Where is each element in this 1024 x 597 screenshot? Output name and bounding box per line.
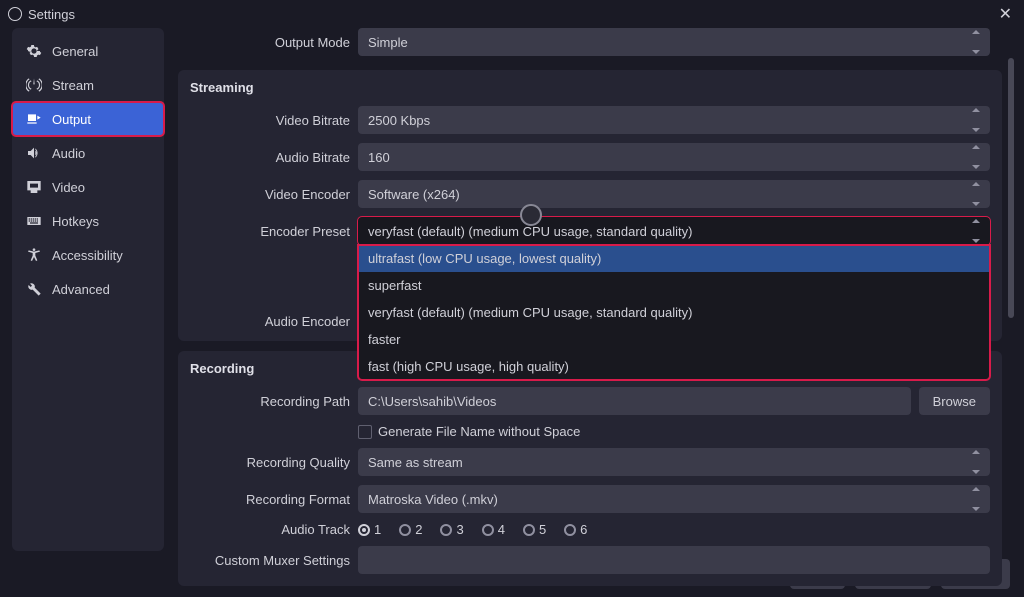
recording-format-value: Matroska Video (.mkv): [368, 492, 498, 507]
gear-icon: [26, 43, 42, 59]
custom-muxer-label: Custom Muxer Settings: [190, 553, 350, 568]
chevron-updown-icon: [968, 219, 984, 243]
chevron-updown-icon: [968, 108, 984, 132]
sidebar-item-stream[interactable]: Stream: [12, 68, 164, 102]
monitor-icon: [26, 179, 42, 195]
sidebar-item-label: Video: [52, 180, 85, 195]
sidebar-item-label: General: [52, 44, 98, 59]
dropdown-option[interactable]: fast (high CPU usage, high quality): [358, 353, 990, 380]
recording-path-label: Recording Path: [190, 394, 350, 409]
output-icon: [26, 111, 42, 127]
streaming-section: Streaming Video Bitrate 2500 Kbps Audio …: [178, 70, 1002, 341]
video-bitrate-value: 2500 Kbps: [368, 113, 430, 128]
sidebar-item-advanced[interactable]: Advanced: [12, 272, 164, 306]
dropdown-option[interactable]: ultrafast (low CPU usage, lowest quality…: [358, 245, 990, 272]
video-encoder-label: Video Encoder: [190, 187, 350, 202]
chevron-updown-icon: [968, 145, 984, 169]
audio-bitrate-select[interactable]: 160: [358, 143, 990, 171]
video-encoder-select[interactable]: Software (x264): [358, 180, 990, 208]
encoder-preset-select[interactable]: veryfast (default) (medium CPU usage, st…: [358, 217, 990, 245]
chevron-updown-icon: [968, 182, 984, 206]
recording-quality-label: Recording Quality: [190, 455, 350, 470]
audio-track-radio-group: 1 2 3 4 5 6: [358, 522, 587, 537]
recording-format-label: Recording Format: [190, 492, 350, 507]
sidebar-item-label: Accessibility: [52, 248, 123, 263]
app-icon: [8, 7, 22, 21]
dropdown-option[interactable]: superfast: [358, 272, 990, 299]
sidebar-item-hotkeys[interactable]: Hotkeys: [12, 204, 164, 238]
close-icon[interactable]: ✕: [995, 4, 1016, 24]
audio-track-radio[interactable]: 2: [399, 522, 422, 537]
audio-track-radio[interactable]: 3: [440, 522, 463, 537]
sidebar-item-general[interactable]: General: [12, 34, 164, 68]
window-title: Settings: [28, 7, 75, 22]
filename-no-space-label: Generate File Name without Space: [378, 424, 580, 439]
sidebar-item-output[interactable]: Output: [12, 102, 164, 136]
sidebar-item-label: Advanced: [52, 282, 110, 297]
output-mode-value: Simple: [368, 35, 408, 50]
tools-icon: [26, 281, 42, 297]
audio-bitrate-value: 160: [368, 150, 390, 165]
recording-path-value: C:\Users\sahib\Videos: [368, 394, 496, 409]
titlebar: Settings ✕: [0, 0, 1024, 28]
video-encoder-value: Software (x264): [368, 187, 460, 202]
pointer-knob-icon: [520, 204, 542, 226]
output-mode-select[interactable]: Simple: [358, 28, 990, 56]
recording-path-input[interactable]: C:\Users\sahib\Videos: [358, 387, 911, 415]
sidebar-item-accessibility[interactable]: Accessibility: [12, 238, 164, 272]
antenna-icon: [26, 77, 42, 93]
sidebar-item-label: Audio: [52, 146, 85, 161]
main-panel: Output Mode Simple Streaming Video Bitra…: [178, 28, 1012, 551]
dropdown-option[interactable]: faster: [358, 326, 990, 353]
sidebar: General Stream Output Audio Video Hotkey…: [12, 28, 164, 551]
audio-track-radio[interactable]: 6: [564, 522, 587, 537]
chevron-updown-icon: [968, 487, 984, 511]
recording-format-select[interactable]: Matroska Video (.mkv): [358, 485, 990, 513]
accessibility-icon: [26, 247, 42, 263]
audio-track-radio[interactable]: 5: [523, 522, 546, 537]
filename-no-space-checkbox[interactable]: [358, 425, 372, 439]
custom-muxer-input[interactable]: [358, 546, 990, 574]
recording-section: Recording Recording Path C:\Users\sahib\…: [178, 351, 1002, 586]
output-mode-label: Output Mode: [190, 35, 350, 50]
chevron-updown-icon: [968, 450, 984, 474]
audio-track-label: Audio Track: [190, 522, 350, 537]
recording-quality-select[interactable]: Same as stream: [358, 448, 990, 476]
audio-track-radio[interactable]: 4: [482, 522, 505, 537]
sidebar-item-video[interactable]: Video: [12, 170, 164, 204]
browse-button[interactable]: Browse: [919, 387, 990, 415]
recording-quality-value: Same as stream: [368, 455, 463, 470]
audio-track-radio[interactable]: 1: [358, 522, 381, 537]
encoder-preset-label: Encoder Preset: [190, 224, 350, 239]
audio-bitrate-label: Audio Bitrate: [190, 150, 350, 165]
sidebar-item-audio[interactable]: Audio: [12, 136, 164, 170]
scrollbar[interactable]: [1008, 58, 1014, 318]
sidebar-item-label: Stream: [52, 78, 94, 93]
video-bitrate-input[interactable]: 2500 Kbps: [358, 106, 990, 134]
sidebar-item-label: Hotkeys: [52, 214, 99, 229]
speaker-icon: [26, 145, 42, 161]
audio-encoder-label: Audio Encoder: [190, 314, 350, 329]
video-bitrate-label: Video Bitrate: [190, 113, 350, 128]
sidebar-item-label: Output: [52, 112, 91, 127]
dropdown-option[interactable]: veryfast (default) (medium CPU usage, st…: [358, 299, 990, 326]
chevron-updown-icon: [968, 30, 984, 54]
streaming-title: Streaming: [190, 80, 990, 95]
keyboard-icon: [26, 213, 42, 229]
encoder-preset-dropdown: ultrafast (low CPU usage, lowest quality…: [358, 245, 990, 380]
